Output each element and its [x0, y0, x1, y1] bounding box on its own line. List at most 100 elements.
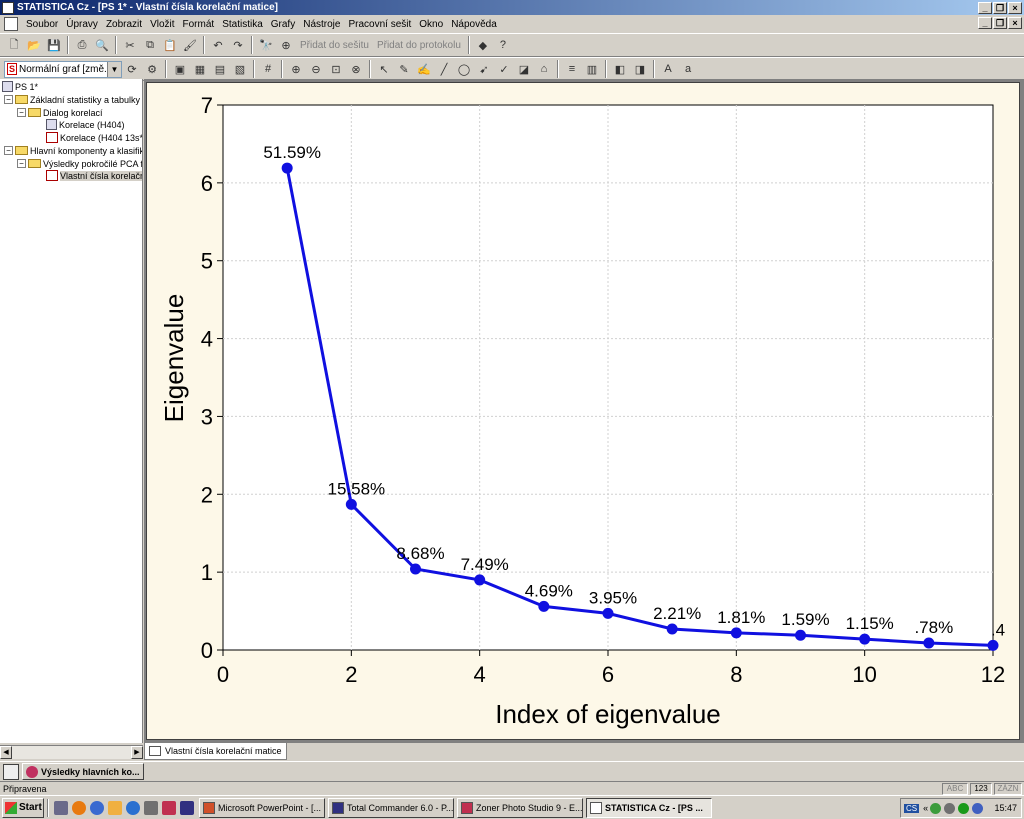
tree-item-hlavni-komponenty[interactable]: − Hlavní komponenty a klasifika — [4, 144, 142, 157]
graph-window[interactable]: 0 2 4 6 8 10 12 0 1 2 3 4 5 6 7 51.59% 15.58% 8.68% 7.49%… — [146, 82, 1020, 740]
document-icon[interactable] — [4, 17, 18, 31]
line-tool-icon[interactable]: ╱ — [435, 60, 453, 78]
separator — [557, 60, 559, 78]
menu-format[interactable]: Formát — [179, 19, 219, 30]
copy-icon[interactable]: ⧉ — [141, 36, 159, 54]
zoom-in-icon[interactable]: ⊕ — [287, 60, 305, 78]
task-statistica[interactable]: STATISTICA Cz - [PS ... — [586, 797, 712, 818]
menu-upravy[interactable]: Úpravy — [62, 19, 102, 30]
task-total-commander[interactable]: Total Commander 6.0 - P... — [328, 797, 454, 818]
menu-nastroje[interactable]: Nástroje — [299, 19, 344, 30]
lock-tool-icon[interactable]: ⌂ — [535, 60, 553, 78]
zoner-icon[interactable] — [162, 800, 176, 815]
print-preview-icon[interactable]: 🔍 — [93, 36, 111, 54]
graph-format-icon[interactable]: ▧ — [231, 60, 249, 78]
refresh-icon[interactable]: ⟳ — [123, 60, 141, 78]
antivirus-icon[interactable] — [944, 802, 956, 814]
folder-icon[interactable] — [108, 800, 122, 815]
shape-tool-icon[interactable]: ◯ — [455, 60, 473, 78]
font-larger-icon[interactable]: A — [659, 60, 677, 78]
tree-item-korelace-h404-13s[interactable]: Korelace (H404 13s* — [46, 131, 142, 144]
tree-item-ps1[interactable]: PS 1* — [2, 80, 38, 93]
tree-horizontal-scrollbar[interactable]: ◀ ▶ — [0, 745, 143, 759]
menu-grafy[interactable]: Grafy — [267, 19, 299, 30]
add-to-workbook-button[interactable]: Přidat do sešitu — [296, 40, 373, 51]
doc-minimize-button[interactable]: _ — [978, 17, 992, 29]
collapse-icon[interactable]: − — [17, 108, 26, 117]
statistica-launch-icon[interactable] — [54, 800, 68, 815]
collapse-icon[interactable]: − — [4, 95, 13, 104]
graph-style-select[interactable]: S Normální graf [změ... ▼ — [4, 60, 122, 78]
print-icon[interactable]: ⎙ — [73, 36, 91, 54]
minimize-button[interactable]: _ — [978, 1, 992, 14]
start-button[interactable]: Start — [2, 797, 44, 818]
update-icon[interactable] — [958, 802, 970, 814]
close-button[interactable]: × — [1008, 1, 1022, 14]
ie-icon[interactable] — [90, 800, 104, 815]
text-tool-icon[interactable]: ✍ — [415, 60, 433, 78]
fit-tool-icon[interactable]: ✓ — [495, 60, 513, 78]
workbook-add-icon[interactable]: ⊕ — [277, 36, 295, 54]
media-player-icon[interactable] — [126, 800, 140, 815]
open-icon[interactable]: 📂 — [25, 36, 43, 54]
firefox-icon[interactable] — [72, 800, 86, 815]
pattern-icon[interactable]: ▥ — [583, 60, 601, 78]
menu-statistika[interactable]: Statistika — [218, 19, 267, 30]
cut-icon[interactable]: ✂ — [121, 36, 139, 54]
tray-expand-icon[interactable]: « — [923, 803, 928, 813]
zoom-out-icon[interactable]: ⊖ — [307, 60, 325, 78]
settings-icon[interactable] — [144, 800, 158, 815]
task-powerpoint[interactable]: Microsoft PowerPoint - [... — [199, 797, 325, 818]
sheet-tab[interactable]: Vlastní čísla korelační matice — [144, 743, 287, 760]
arrow-tool-icon[interactable]: ➹ — [475, 60, 493, 78]
collapse-icon[interactable]: − — [17, 159, 26, 168]
format-painter-icon[interactable]: 🖌 — [181, 36, 199, 54]
add-to-report-button[interactable]: Přidat do protokolu — [373, 40, 465, 51]
pointer-icon[interactable]: ↖ — [375, 60, 393, 78]
network-icon[interactable] — [930, 802, 942, 814]
link-icon[interactable]: ⚙ — [143, 60, 161, 78]
scroll-left-icon[interactable]: ◀ — [0, 746, 12, 759]
lines-icon[interactable]: ≡ — [563, 60, 581, 78]
grid-icon[interactable]: # — [259, 60, 277, 78]
find-icon[interactable]: 🔭 — [257, 36, 275, 54]
redo-icon[interactable]: ↷ — [229, 36, 247, 54]
restore-button[interactable]: ❐ — [993, 1, 1007, 14]
language-indicator[interactable]: CS — [904, 803, 920, 813]
bring-front-icon[interactable]: ◧ — [611, 60, 629, 78]
help-icon[interactable]: ? — [494, 36, 512, 54]
tree-item-vlastni-cisla[interactable]: Vlastní čísla korelační — [46, 169, 142, 182]
zoom-reset-icon[interactable]: ⊗ — [347, 60, 365, 78]
graph-layout-icon[interactable]: ▤ — [211, 60, 229, 78]
menu-soubor[interactable]: Soubor — [22, 19, 62, 30]
brush-icon[interactable]: ✎ — [395, 60, 413, 78]
graph-icon[interactable] — [3, 763, 19, 780]
graph-data-icon[interactable]: ▦ — [191, 60, 209, 78]
doc-close-button[interactable]: × — [1008, 17, 1022, 29]
doc-restore-button[interactable]: ❐ — [993, 17, 1007, 29]
send-back-icon[interactable]: ◨ — [631, 60, 649, 78]
total-commander-icon[interactable] — [180, 800, 194, 815]
scroll-right-icon[interactable]: ▶ — [131, 746, 143, 759]
menu-okno[interactable]: Okno — [415, 19, 447, 30]
fill-tool-icon[interactable]: ◪ — [515, 60, 533, 78]
volume-icon[interactable] — [972, 802, 984, 814]
save-icon[interactable]: 💾 — [45, 36, 63, 54]
graph-options-icon[interactable]: ▣ — [171, 60, 189, 78]
task-zoner[interactable]: Zoner Photo Studio 9 - E... — [457, 797, 583, 818]
new-icon[interactable]: 🗋 — [5, 36, 23, 54]
menu-pracovni-sesit[interactable]: Pracovní sešit — [344, 19, 415, 30]
chevron-down-icon[interactable]: ▼ — [107, 61, 121, 77]
tree-item-zakladni-statistiky[interactable]: − Základní statistiky a tabulky ( — [4, 93, 142, 106]
collapse-icon[interactable]: − — [4, 146, 13, 155]
tree-item-korelace-h404[interactable]: Korelace (H404) — [46, 118, 125, 131]
menu-napoveda[interactable]: Nápověda — [447, 19, 501, 30]
task-window-button[interactable]: Výsledky hlavních ko... — [22, 763, 144, 780]
font-smaller-icon[interactable]: a — [679, 60, 697, 78]
undo-icon[interactable]: ↶ — [209, 36, 227, 54]
paste-icon[interactable]: 📋 — [161, 36, 179, 54]
eraser-icon[interactable]: ◆ — [474, 36, 492, 54]
menu-vlozit[interactable]: Vložit — [146, 19, 178, 30]
zoom-area-icon[interactable]: ⊡ — [327, 60, 345, 78]
menu-zobrazit[interactable]: Zobrazit — [102, 19, 146, 30]
